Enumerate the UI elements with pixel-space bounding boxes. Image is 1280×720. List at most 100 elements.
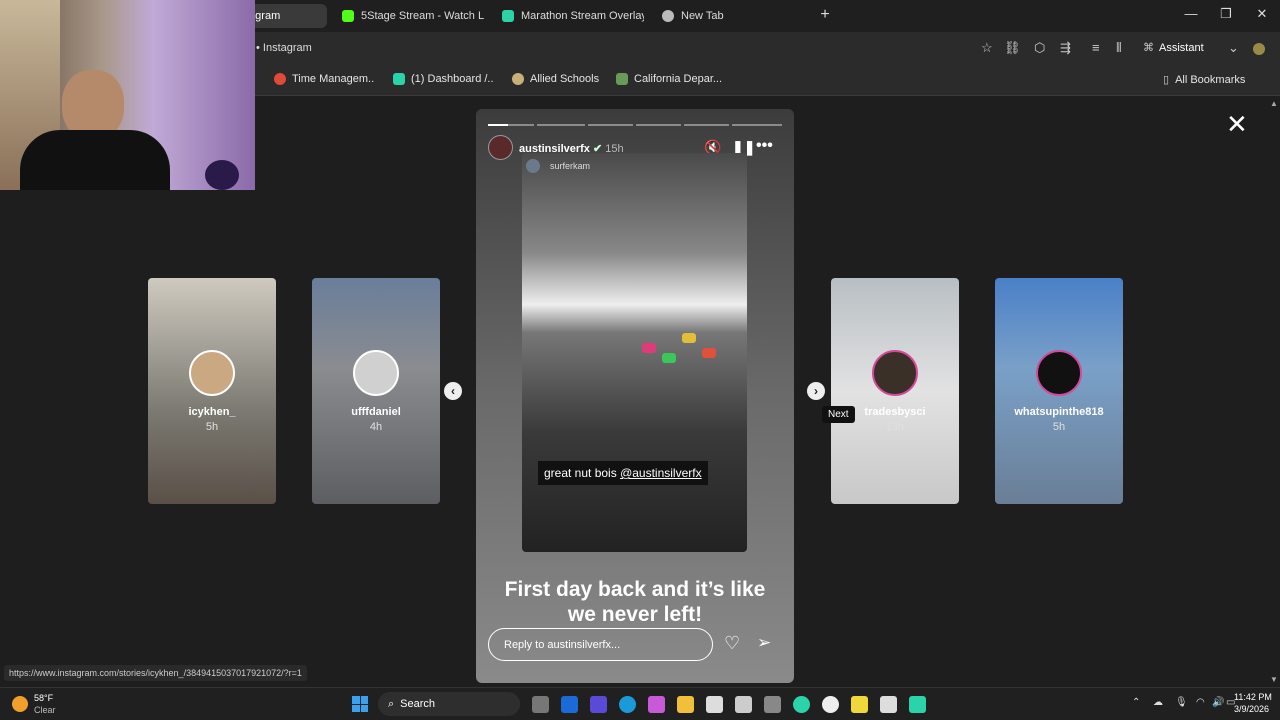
status-link-preview: https://www.instagram.com/stories/icykhe…: [4, 665, 307, 681]
audio-icon[interactable]: ⦀: [1116, 40, 1122, 56]
story-username: icykhen_: [188, 406, 236, 418]
all-bookmarks-button[interactable]: ▯ All Bookmarks: [1163, 73, 1246, 87]
all-bookmarks-label: All Bookmarks: [1175, 73, 1246, 86]
tab-5stage[interactable]: 5Stage Stream - Watch L: [332, 4, 490, 28]
next-tooltip: Next: [822, 406, 855, 423]
close-window-button[interactable]: ✕: [1252, 6, 1272, 22]
close-icon[interactable]: ✕: [1226, 111, 1248, 137]
chevron-left-icon[interactable]: ‹: [444, 382, 462, 400]
bookmark-california[interactable]: California Depar...: [616, 73, 722, 85]
overlay-app-icon[interactable]: [909, 696, 926, 713]
bookmark-label: Allied Schools: [530, 73, 600, 85]
bookmark-folder-icon: ▯: [1163, 74, 1170, 86]
story-time: 4h: [369, 421, 383, 433]
bookmark-label: Time Managem..: [292, 73, 375, 85]
star-icon[interactable]: ☆: [981, 40, 993, 56]
bookmark-dashboard[interactable]: (1) Dashboard /..: [393, 73, 494, 85]
edge-icon[interactable]: [619, 696, 636, 713]
chatgpt-icon[interactable]: [822, 696, 839, 713]
story-thumb-tradesbysci[interactable]: tradesbysci 13h: [831, 278, 959, 504]
extensions-icon[interactable]: ⬡: [1034, 40, 1045, 56]
wifi-icon[interactable]: ◠: [1196, 697, 1205, 708]
bookmark-allied-schools[interactable]: Allied Schools: [512, 73, 599, 85]
store-icon[interactable]: [735, 696, 752, 713]
story-progress-bar: [537, 124, 585, 126]
story-caption: great nut bois @austinsilverfx: [538, 461, 708, 485]
folder-icon[interactable]: [677, 696, 694, 713]
tab-new-tab[interactable]: New Tab: [652, 4, 772, 28]
profile-avatar[interactable]: [1253, 43, 1265, 55]
story-progress-bar: [732, 124, 782, 126]
chevron-down-icon[interactable]: ⌄: [1228, 40, 1239, 56]
clock-icon: [274, 73, 286, 85]
more-icon[interactable]: •••: [756, 137, 773, 155]
chevron-right-icon[interactable]: ›: [807, 382, 825, 400]
heart-icon[interactable]: ♡: [724, 633, 740, 654]
new-tab-button[interactable]: +: [815, 6, 835, 24]
active-story[interactable]: austinsilverfx ✔ 15h 🔇 ❚❚ ••• surferkam …: [476, 109, 794, 683]
dashboard-icon: [393, 73, 405, 85]
school-icon: [512, 73, 524, 85]
tab-label: Marathon Stream Overlay: [521, 10, 644, 22]
avatar: [1036, 350, 1082, 396]
story-progress-bar: [508, 124, 534, 126]
media-blob: [702, 348, 716, 358]
clock-time[interactable]: 11:42 PM: [1234, 692, 1272, 702]
tab-marathon[interactable]: Marathon Stream Overlay: [492, 4, 644, 28]
story-username: whatsupinthe818: [1014, 406, 1104, 418]
kick-icon: [342, 10, 354, 22]
assistant-button[interactable]: ⌘ Assistant: [1143, 41, 1204, 55]
windows-icon[interactable]: [352, 696, 368, 712]
teams-icon[interactable]: [590, 696, 607, 713]
weather-cond: Clear: [34, 705, 56, 715]
webcam-overlay: [0, 0, 255, 190]
avatar: [189, 350, 235, 396]
sticky-notes-icon[interactable]: [851, 696, 868, 713]
story-time: 5h: [205, 421, 219, 433]
browser-icon[interactable]: [793, 696, 810, 713]
story-progress-bar: [684, 124, 729, 126]
story-time: 5h: [1052, 421, 1066, 433]
tab-label: 5Stage Stream - Watch L: [361, 10, 485, 22]
chevron-up-icon[interactable]: ⌃: [1132, 697, 1140, 708]
weather-icon: [12, 696, 28, 712]
webcam-person-body: [20, 130, 170, 190]
author-avatar[interactable]: [488, 135, 513, 160]
bookmark-time-management[interactable]: Time Managem..: [274, 73, 374, 85]
story-progress-bar: [636, 124, 681, 126]
maximize-button[interactable]: ❐: [1216, 6, 1236, 22]
scroll-up-arrow[interactable]: ▲: [1270, 99, 1278, 108]
scrollbar[interactable]: ▲ ▼: [1268, 97, 1280, 687]
caption-mention[interactable]: @austinsilverfx: [620, 466, 702, 480]
calculator-icon[interactable]: [880, 696, 897, 713]
caption-text: great nut bois: [544, 466, 621, 480]
bookmark-label: California Depar...: [634, 73, 723, 85]
scroll-down-arrow[interactable]: ▼: [1270, 675, 1278, 684]
volume-icon[interactable]: 🔊: [1212, 697, 1224, 708]
url-text: Instagram: [262, 42, 312, 54]
list-icon[interactable]: ≡: [1092, 40, 1100, 55]
minimize-button[interactable]: —: [1181, 6, 1201, 21]
filter-icon[interactable]: ⇶: [1060, 40, 1071, 56]
copilot-icon[interactable]: [648, 696, 665, 713]
story-thumb-icykhen[interactable]: icykhen_ 5h: [148, 278, 276, 504]
reply-input[interactable]: Reply to austinsilverfx...: [488, 628, 713, 661]
taskview-icon[interactable]: [532, 696, 549, 713]
url-field[interactable]: • Instagram: [256, 42, 312, 54]
mic-icon[interactable]: 🎙: [1175, 697, 1188, 708]
tab-label: New Tab: [681, 10, 724, 22]
outlook-icon[interactable]: [561, 696, 578, 713]
reshare-username: surferkam: [550, 161, 591, 171]
story-thumb-whatsupinthe818[interactable]: whatsupinthe818 5h: [995, 278, 1123, 504]
link-icon[interactable]: ⛓: [1004, 40, 1021, 56]
snip-icon[interactable]: [706, 696, 723, 713]
app-icon[interactable]: [764, 696, 781, 713]
story-thumb-ufffdaniel[interactable]: ufffdaniel 4h: [312, 278, 440, 504]
clock-date[interactable]: 3/9/2026: [1234, 704, 1269, 714]
onedrive-icon[interactable]: ☁: [1153, 697, 1163, 708]
weather-temp: 58°F: [34, 693, 54, 703]
send-icon[interactable]: ➢: [757, 633, 771, 653]
story-username: ufffdaniel: [351, 406, 401, 418]
story-headline: First day back and it’s like we never lef…: [476, 577, 794, 627]
taskbar-search[interactable]: ⌕ Search: [378, 692, 520, 716]
